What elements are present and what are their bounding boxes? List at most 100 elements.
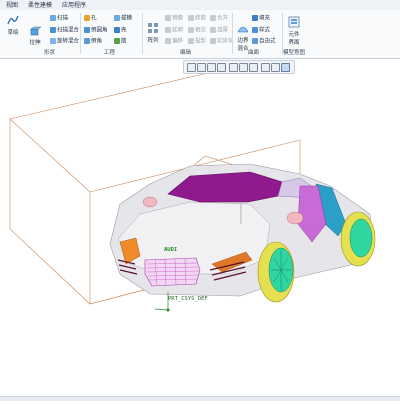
offset-icon [165,38,171,44]
freestyle-label: 自由式 [259,38,276,45]
shell-label: 壳 [121,27,127,34]
project-icon [188,38,194,44]
sweep-icon [50,15,56,21]
project-label: 投影 [195,38,207,45]
model-viewport[interactable]: AUDI PRT_CSYS_DEF [0,68,400,400]
intersect-button[interactable]: 相交 [188,27,206,35]
intersect-label: 相交 [195,27,207,34]
component-interface-icon [288,16,300,28]
thicken-button[interactable]: 加厚 [210,27,228,35]
round-icon [84,27,90,33]
pattern-label: 阵列 [147,38,159,44]
display-style-icon[interactable] [229,63,238,72]
hole-button[interactable]: 孔 [84,15,97,23]
view-toolbar [183,60,295,74]
status-bar [0,396,400,401]
rotational-blend-icon [50,38,56,44]
shell-button[interactable]: 壳 [114,27,127,35]
tab-view[interactable]: 视图 [6,1,18,10]
fill-label: 填充 [259,15,271,22]
hole-icon [84,15,90,21]
draft-icon [114,15,120,21]
extrude-button[interactable]: 拉伸 [26,26,44,46]
draft-button[interactable]: 拔模 [114,15,132,23]
model-graphics[interactable] [0,68,400,400]
chamfer-label: 倒角 [91,38,103,45]
chamfer-icon [84,38,90,44]
fill-icon [252,15,258,21]
mirror-icon [165,15,171,21]
car-model [109,163,376,303]
view-manager-icon[interactable] [249,63,258,72]
component-interface-label: 元件界面 [288,32,300,46]
freestyle-button[interactable]: 自由式 [252,38,276,46]
engineering-group-label: 工程 [104,50,116,56]
sweep-label: 扫描 [57,15,69,22]
style-button[interactable]: 样式 [252,27,270,35]
rib-label: 筋 [121,38,127,45]
zoom-out-icon[interactable] [207,63,216,72]
rotational-blend-button[interactable]: 旋转混合 [50,38,79,46]
style-icon [252,27,258,33]
tab-flexible-modeling[interactable]: 柔性建模 [28,1,52,10]
thicken-icon [210,27,216,33]
merge-label: 合并 [217,15,229,22]
swept-blend-label: 扫描混合 [57,27,80,34]
rotational-blend-label: 旋转混合 [57,38,80,45]
style-label: 样式 [259,27,271,34]
trim-icon [188,15,194,21]
saved-orientations-icon[interactable] [239,63,248,72]
surface-group-label: 曲面 [248,50,260,56]
divider [142,13,143,54]
repaint-icon[interactable] [217,63,226,72]
solidify-button[interactable]: 实体化 [210,38,234,46]
shape-group-label: 形状 [44,50,56,56]
offset-button[interactable]: 偏移 [165,38,183,46]
fill-button[interactable]: 填充 [252,15,270,23]
merge-icon [210,15,216,21]
rib-icon [114,38,120,44]
intersect-icon [188,27,194,33]
thicken-label: 加厚 [217,27,229,34]
component-interface-button[interactable]: 元件界面 [286,16,302,46]
swept-blend-icon [50,27,56,33]
round-button[interactable]: 倒圆角 [84,27,108,35]
tab-applications[interactable]: 应用程序 [62,1,86,10]
annotation-display-icon[interactable] [271,63,280,72]
extrude-icon [30,26,42,36]
rib-button[interactable]: 筋 [114,38,127,46]
spin-center-icon[interactable] [281,63,290,72]
divider [232,13,233,54]
trim-label: 修剪 [195,15,207,22]
divider [80,13,81,54]
datum-display-icon[interactable] [261,63,270,72]
shell-icon [114,27,120,33]
offset-label: 偏移 [172,38,184,45]
trim-button[interactable]: 修剪 [188,15,206,23]
mirror-label: 镜像 [172,15,184,22]
extrude-label: 拉伸 [29,40,41,46]
solidify-icon [210,38,216,44]
sweep-button[interactable]: 扫描 [50,15,68,23]
merge-button[interactable]: 合并 [210,15,228,23]
model-intent-group-label: 模型意图 [283,50,306,56]
round-label: 倒圆角 [91,27,108,34]
badge-label: AUDI [164,247,178,253]
pattern-button[interactable]: 阵列 [146,22,160,44]
hole-label: 孔 [91,15,97,22]
swept-blend-button[interactable]: 扫描混合 [50,27,79,35]
extend-button[interactable]: 延伸 [165,27,183,35]
pattern-icon [148,23,158,33]
csys-label: PRT_CSYS_DEF [168,296,208,302]
editing-group-label: 编辑 [180,50,192,56]
boundary-blend-icon [237,26,249,33]
project-button[interactable]: 投影 [188,38,206,46]
draft-label: 拔模 [121,15,133,22]
sketch-icon [7,15,19,25]
mirror-button[interactable]: 镜像 [165,15,183,23]
refit-icon[interactable] [187,63,196,72]
extend-icon [165,27,171,33]
zoom-in-icon[interactable] [197,63,206,72]
sketch-button[interactable]: 草绘 [6,14,20,36]
chamfer-button[interactable]: 倒角 [84,38,102,46]
